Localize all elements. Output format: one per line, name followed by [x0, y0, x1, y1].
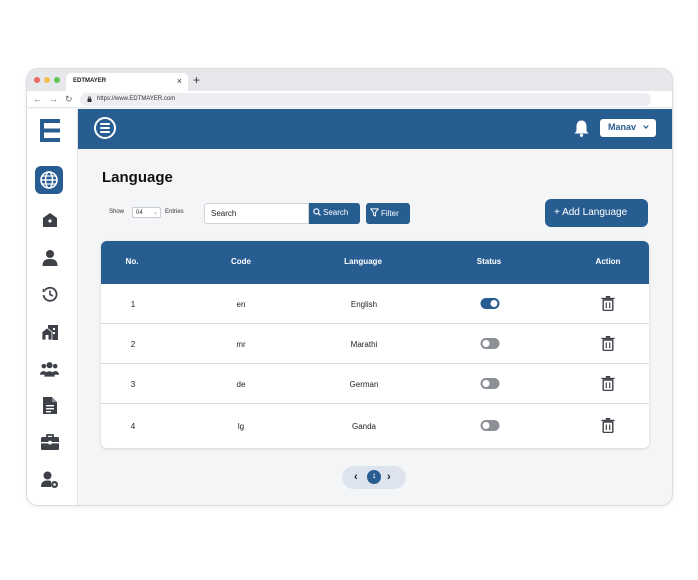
sidebar-item-jobs[interactable] [40, 432, 59, 451]
cell-no: 4 [130, 422, 136, 431]
entries-select[interactable]: 04 ⌄ [132, 207, 161, 218]
user-icon [42, 250, 57, 266]
trash-icon[interactable] [601, 376, 615, 391]
bell-icon[interactable] [574, 119, 589, 137]
search-input[interactable]: Search [204, 203, 309, 224]
sidebar-item-home[interactable] [40, 210, 59, 229]
column-header-status: Status [476, 257, 502, 266]
lock-icon [87, 96, 92, 102]
table-row: 2 mr Marathi [101, 324, 649, 364]
sidebar [27, 109, 78, 505]
building-icon [41, 324, 58, 340]
maximize-window-dot[interactable] [54, 77, 60, 83]
close-window-dot[interactable] [34, 77, 40, 83]
status-toggle[interactable] [480, 420, 500, 431]
show-label: Show [109, 209, 125, 215]
url-text: https://www.EDTMAYER.com [97, 96, 176, 102]
previous-page-button[interactable]: ‹ [354, 470, 358, 484]
filter-button-label: Filter [381, 209, 399, 218]
cell-language: German [349, 380, 379, 389]
status-toggle[interactable] [480, 298, 500, 309]
trash-icon[interactable] [601, 296, 615, 311]
language-table: No. Code Language Status Action 1 en Eng… [101, 241, 649, 448]
logo-icon [40, 119, 60, 142]
cell-no: 3 [130, 380, 136, 389]
user-menu-button[interactable]: Manav [600, 119, 656, 137]
filter-icon [370, 208, 379, 217]
cell-language: Ganda [351, 422, 377, 431]
search-button-label: Search [323, 208, 349, 217]
entries-label: Entries [165, 209, 184, 215]
trash-icon[interactable] [601, 418, 615, 433]
house-icon [42, 212, 57, 227]
sidebar-item-documents[interactable] [40, 396, 59, 415]
status-toggle[interactable] [480, 378, 500, 389]
menu-line [100, 127, 110, 129]
menu-line [100, 123, 110, 125]
sidebar-item-language[interactable] [35, 166, 63, 194]
menu-button[interactable] [94, 117, 116, 139]
browser-tab[interactable]: EDTMAYER × [66, 73, 188, 91]
forward-icon[interactable]: → [49, 94, 58, 104]
history-icon [42, 286, 57, 302]
sidebar-item-properties[interactable] [40, 322, 59, 341]
user-name: Manav [608, 122, 637, 132]
document-icon [42, 397, 57, 414]
cell-language: Marathi [350, 340, 378, 349]
globe-icon [40, 171, 58, 189]
cell-code: mr [236, 340, 246, 349]
search-button[interactable]: Search [309, 203, 360, 224]
browser-window: EDTMAYER × + ← → ↻ https://www.EDTMAYER.… [26, 68, 673, 506]
table-row: 3 de German [101, 364, 649, 404]
current-page-button[interactable]: 1 [367, 470, 381, 484]
tab-title: EDTMAYER [73, 78, 107, 84]
next-page-button[interactable]: › [387, 470, 391, 484]
trash-icon[interactable] [601, 336, 615, 351]
user-settings-icon [41, 471, 58, 488]
toggle-knob [490, 300, 498, 307]
table-header: No. Code Language Status Action [101, 241, 649, 284]
table-row: 4 lg Ganda [101, 404, 649, 448]
cell-no: 1 [130, 300, 136, 309]
toggle-knob [482, 380, 490, 387]
tab-strip: EDTMAYER × + [27, 69, 672, 91]
add-language-button[interactable]: + Add Language [545, 199, 648, 227]
reload-icon[interactable]: ↻ [65, 94, 73, 104]
sidebar-item-user-settings[interactable] [40, 470, 59, 489]
address-bar: ← → ↻ https://www.EDTMAYER.com [27, 91, 672, 108]
table-row: 1 en English [101, 284, 649, 324]
column-header-no: No. [125, 257, 139, 266]
cell-language: English [350, 300, 378, 309]
cell-no: 2 [130, 340, 136, 349]
sidebar-item-team[interactable] [40, 359, 59, 378]
toggle-knob [482, 422, 490, 429]
top-bar: Manav [78, 109, 672, 149]
chevron-down-icon: ⌄ [152, 210, 158, 216]
page-title: Language [102, 169, 173, 186]
column-header-code: Code [231, 257, 251, 266]
search-icon [313, 208, 321, 216]
url-input[interactable]: https://www.EDTMAYER.com [80, 93, 651, 106]
briefcase-icon [40, 433, 59, 450]
menu-line [100, 131, 110, 133]
sidebar-item-history[interactable] [40, 284, 59, 303]
new-tab-button[interactable]: + [193, 73, 200, 87]
minimize-window-dot[interactable] [44, 77, 50, 83]
toggle-knob [482, 340, 490, 347]
entries-value: 04 [136, 210, 143, 216]
status-toggle[interactable] [480, 338, 500, 349]
filter-button[interactable]: Filter [366, 203, 410, 224]
sidebar-item-profile[interactable] [40, 248, 59, 267]
cell-code: en [236, 300, 246, 309]
column-header-action: Action [595, 257, 621, 266]
tab-close-icon[interactable]: × [177, 76, 182, 86]
users-icon [40, 361, 59, 377]
chevron-down-icon [643, 125, 649, 130]
column-header-language: Language [344, 257, 382, 266]
pagination: ‹ 1 › [342, 466, 406, 489]
back-icon[interactable]: ← [33, 94, 42, 104]
cell-code: de [236, 380, 246, 389]
cell-code: lg [237, 422, 245, 431]
